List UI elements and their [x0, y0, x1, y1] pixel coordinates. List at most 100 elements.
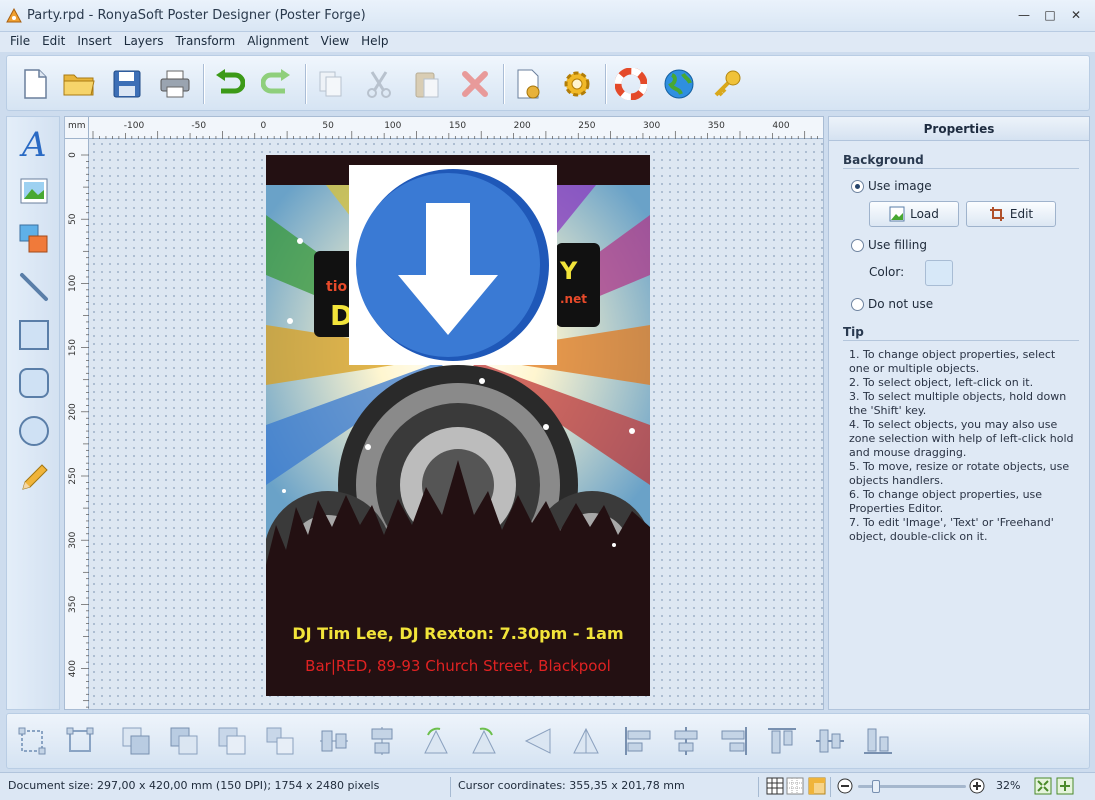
menu-transform[interactable]: Transform	[169, 32, 241, 52]
poster[interactable]: tio D Y .net DJ Tim Lee, DJ Rexton: 7.30…	[266, 155, 650, 696]
menu-file[interactable]: File	[4, 32, 36, 52]
ruler-label: 250	[68, 467, 78, 484]
flip-vertical-button[interactable]	[567, 722, 605, 760]
bring-forward-button[interactable]	[165, 722, 203, 760]
rounded-rectangle-tool[interactable]	[15, 363, 53, 403]
circle-icon	[19, 416, 49, 446]
settings-button[interactable]	[557, 64, 597, 104]
document-settings-button[interactable]	[509, 64, 549, 104]
poster-sign-left: tio	[326, 279, 347, 295]
rounded-rectangle-icon	[19, 368, 49, 398]
print-button[interactable]	[155, 64, 195, 104]
ruler-label: 400	[772, 121, 789, 131]
align-top-button[interactable]	[763, 722, 801, 760]
edit-button[interactable]: Edit	[966, 201, 1056, 227]
load-button[interactable]: Load	[869, 201, 959, 227]
align-center-horizontal-button[interactable]	[363, 722, 401, 760]
menu-edit[interactable]: Edit	[36, 32, 71, 52]
menu-insert[interactable]: Insert	[71, 32, 117, 52]
printer-icon	[160, 70, 190, 98]
save-button[interactable]	[107, 64, 147, 104]
crop-icon	[989, 207, 1004, 221]
menu-layers[interactable]: Layers	[118, 32, 170, 52]
align-right-icon	[721, 727, 747, 755]
bring-forward-icon	[170, 727, 198, 755]
ungroup-button[interactable]	[61, 722, 99, 760]
actual-size-icon[interactable]	[1056, 777, 1074, 795]
ruler-label: 200	[68, 403, 78, 420]
color-swatch[interactable]	[925, 260, 953, 286]
group-button[interactable]	[13, 722, 51, 760]
register-button[interactable]	[707, 64, 747, 104]
ellipse-tool[interactable]	[15, 411, 53, 451]
zoom-slider-thumb[interactable]	[872, 780, 880, 793]
document-settings-icon	[517, 69, 540, 99]
cursor-coordinates-status: Cursor coordinates: 355,35 x 201,78 mm	[458, 779, 685, 792]
load-button-label: Load	[910, 207, 939, 221]
send-backward-icon	[218, 727, 246, 755]
copy-button[interactable]	[311, 64, 351, 104]
group-icon	[18, 727, 46, 755]
multi-image-tool[interactable]	[15, 219, 53, 259]
line-tool[interactable]	[15, 267, 53, 307]
align-center-vertical-button[interactable]	[315, 722, 353, 760]
align-top-icon	[768, 728, 796, 754]
open-button[interactable]	[59, 64, 99, 104]
align-center-button[interactable]	[667, 722, 705, 760]
zoom-out-icon[interactable]	[836, 777, 854, 795]
text-icon: A	[19, 126, 47, 160]
menu-help[interactable]: Help	[355, 32, 394, 52]
cut-button[interactable]	[359, 64, 399, 104]
ruler-label: 200	[514, 121, 531, 131]
bring-to-front-button[interactable]	[117, 722, 155, 760]
align-middle-button[interactable]	[811, 722, 849, 760]
object-tools-panel: A	[6, 116, 60, 710]
image-tool[interactable]	[15, 171, 53, 211]
gear-icon	[564, 71, 590, 97]
freehand-tool[interactable]	[15, 457, 53, 497]
rectangle-tool[interactable]	[15, 315, 53, 355]
use-filling-radio[interactable]: Use filling	[851, 238, 927, 252]
workspace[interactable]: tio D Y .net DJ Tim Lee, DJ Rexton: 7.30…	[90, 140, 823, 709]
menu-view[interactable]: View	[315, 32, 355, 52]
flip-horizontal-icon	[524, 728, 551, 754]
paste-button[interactable]	[407, 64, 447, 104]
align-right-button[interactable]	[715, 722, 753, 760]
website-button[interactable]	[659, 64, 699, 104]
menu-alignment[interactable]: Alignment	[241, 32, 314, 52]
background-section-title: Background	[843, 153, 924, 167]
minimize-button[interactable]: —	[1011, 4, 1037, 26]
align-center-vertical-icon	[320, 730, 348, 752]
undo-button[interactable]	[209, 64, 249, 104]
align-bottom-button[interactable]	[859, 722, 897, 760]
zoom-in-icon[interactable]	[968, 777, 986, 795]
ruler-label: 50	[68, 213, 78, 225]
rulers-icon[interactable]	[808, 777, 826, 795]
rotate-right-button[interactable]	[465, 722, 503, 760]
use-filling-label: Use filling	[868, 238, 928, 252]
do-not-use-radio[interactable]: Do not use	[851, 297, 933, 311]
ruler-label: 100	[384, 121, 401, 131]
new-document-button[interactable]	[15, 64, 55, 104]
send-backward-button[interactable]	[213, 722, 251, 760]
undo-icon	[216, 69, 245, 94]
rotate-left-button[interactable]	[417, 722, 455, 760]
ruler-label: 0	[261, 121, 267, 131]
ruler-label: 150	[449, 121, 466, 131]
align-left-button[interactable]	[619, 722, 657, 760]
delete-button[interactable]	[455, 64, 495, 104]
send-to-back-button[interactable]	[261, 722, 299, 760]
help-button[interactable]	[611, 64, 651, 104]
snap-grid-icon[interactable]	[786, 777, 804, 795]
app-icon	[6, 8, 22, 23]
redo-button[interactable]	[257, 64, 297, 104]
grid-icon[interactable]	[766, 777, 784, 795]
flip-horizontal-button[interactable]	[519, 722, 557, 760]
text-tool[interactable]: A	[15, 123, 53, 163]
maximize-button[interactable]: □	[1037, 4, 1063, 26]
fit-page-icon[interactable]	[1034, 777, 1052, 795]
status-bar: Document size: 297,00 x 420,00 mm (150 D…	[0, 772, 1095, 800]
use-image-radio[interactable]: Use image	[851, 179, 932, 193]
close-button[interactable]: ✕	[1063, 4, 1089, 26]
design-canvas[interactable]: mm -100 -50 0 50 100 150 200 250 300 350 400 0 50 10…	[64, 116, 824, 710]
